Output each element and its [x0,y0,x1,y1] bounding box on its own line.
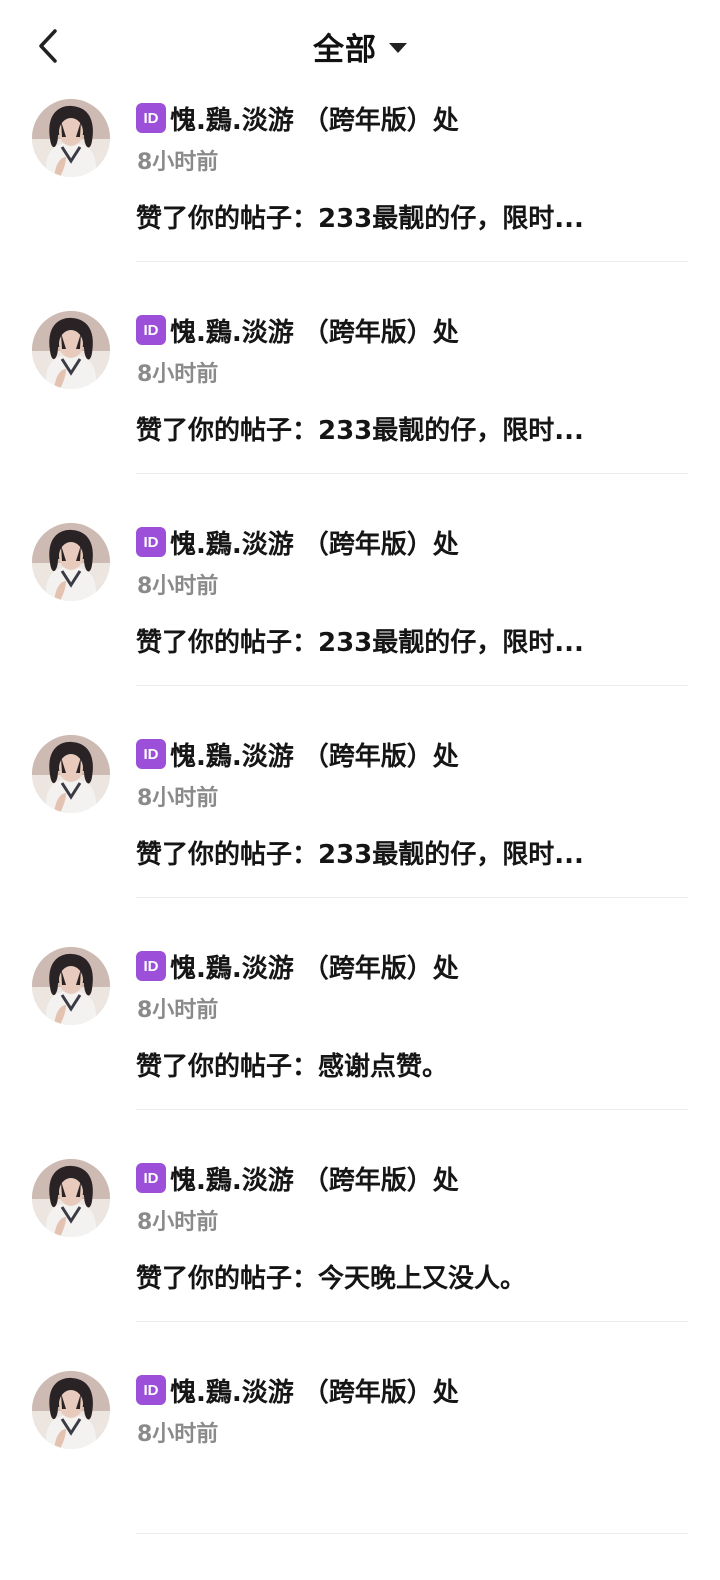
divider [136,1321,688,1322]
notification-text: 赞了你的帖子：233最靓的仔，限时... [136,840,584,870]
avatar-portrait-icon [32,99,110,177]
divider [136,897,688,898]
user-name-row[interactable]: ID 愧.鶢.淡游 （跨年版）处 [136,524,459,560]
divider [136,1533,688,1534]
divider [136,473,688,474]
id-badge-icon: ID [136,103,166,133]
avatar[interactable] [32,1371,110,1449]
id-badge-icon: ID [136,1375,166,1405]
user-name: 愧.鶢.淡游 （跨年版）处 [170,1377,459,1408]
id-badge-icon: ID [136,739,166,769]
top-bar: 全部 [0,0,720,92]
notification-item[interactable]: ID 愧.鶢.淡游 （跨年版）处 8小时前 赞了你的帖子：233最靓的仔，限时.… [0,308,720,520]
timestamp: 8小时前 [137,150,219,175]
user-name-row[interactable]: ID 愧.鶢.淡游 （跨年版）处 [136,312,459,348]
user-name: 愧.鶢.淡游 （跨年版）处 [170,317,459,348]
avatar-portrait-icon [32,947,110,1025]
timestamp: 8小时前 [137,1210,219,1235]
avatar[interactable] [32,523,110,601]
user-name-row[interactable]: ID 愧.鶢.淡游 （跨年版）处 [136,736,459,772]
timestamp: 8小时前 [137,998,219,1023]
timestamp: 8小时前 [137,786,219,811]
user-name: 愧.鶢.淡游 （跨年版）处 [170,105,459,136]
user-name: 愧.鶢.淡游 （跨年版）处 [170,741,459,772]
avatar[interactable] [32,311,110,389]
divider [136,685,688,686]
user-name-row[interactable]: ID 愧.鶢.淡游 （跨年版）处 [136,100,459,136]
avatar[interactable] [32,735,110,813]
id-badge-icon: ID [136,1163,166,1193]
caret-down-icon [389,43,407,53]
avatar-portrait-icon [32,1159,110,1237]
notification-text: 赞了你的帖子：今天晚上又没人。 [136,1264,527,1294]
notification-text: 赞了你的帖子：233最靓的仔，限时... [136,628,584,658]
user-name: 愧.鶢.淡游 （跨年版）处 [170,529,459,560]
avatar-portrait-icon [32,1371,110,1449]
avatar[interactable] [32,99,110,177]
avatar-portrait-icon [32,735,110,813]
notification-item[interactable]: ID 愧.鶢.淡游 （跨年版）处 8小时前 赞了你的帖子：感谢点赞。 [0,944,720,1156]
notification-text: 赞了你的帖子：233最靓的仔，限时... [136,416,584,446]
id-badge-icon: ID [136,951,166,981]
notification-item[interactable]: ID 愧.鶢.淡游 （跨年版）处 8小时前 [0,1368,720,1580]
user-name-row[interactable]: ID 愧.鶢.淡游 （跨年版）处 [136,948,459,984]
page-title: 全部 [313,31,377,68]
notification-text: 赞了你的帖子：感谢点赞。 [136,1052,449,1082]
timestamp: 8小时前 [137,574,219,599]
user-name: 愧.鶢.淡游 （跨年版）处 [170,953,459,984]
id-badge-icon: ID [136,315,166,345]
avatar-portrait-icon [32,311,110,389]
avatar[interactable] [32,947,110,1025]
user-name: 愧.鶢.淡游 （跨年版）处 [170,1165,459,1196]
user-name-row[interactable]: ID 愧.鶢.淡游 （跨年版）处 [136,1372,459,1408]
user-name-row[interactable]: ID 愧.鶢.淡游 （跨年版）处 [136,1160,459,1196]
timestamp: 8小时前 [137,362,219,387]
filter-dropdown[interactable]: 全部 [0,24,720,68]
divider [136,261,688,262]
notification-item[interactable]: ID 愧.鶢.淡游 （跨年版）处 8小时前 赞了你的帖子：233最靓的仔，限时.… [0,732,720,944]
avatar-portrait-icon [32,523,110,601]
notification-item[interactable]: ID 愧.鶢.淡游 （跨年版）处 8小时前 赞了你的帖子：今天晚上又没人。 [0,1156,720,1368]
timestamp: 8小时前 [137,1422,219,1447]
avatar[interactable] [32,1159,110,1237]
notification-list: ID 愧.鶢.淡游 （跨年版）处 8小时前 赞了你的帖子：233最靓的仔，限时.… [0,96,720,1580]
id-badge-icon: ID [136,527,166,557]
divider [136,1109,688,1110]
notification-item[interactable]: ID 愧.鶢.淡游 （跨年版）处 8小时前 赞了你的帖子：233最靓的仔，限时.… [0,96,720,308]
notification-text: 赞了你的帖子：233最靓的仔，限时... [136,204,584,234]
notification-item[interactable]: ID 愧.鶢.淡游 （跨年版）处 8小时前 赞了你的帖子：233最靓的仔，限时.… [0,520,720,732]
